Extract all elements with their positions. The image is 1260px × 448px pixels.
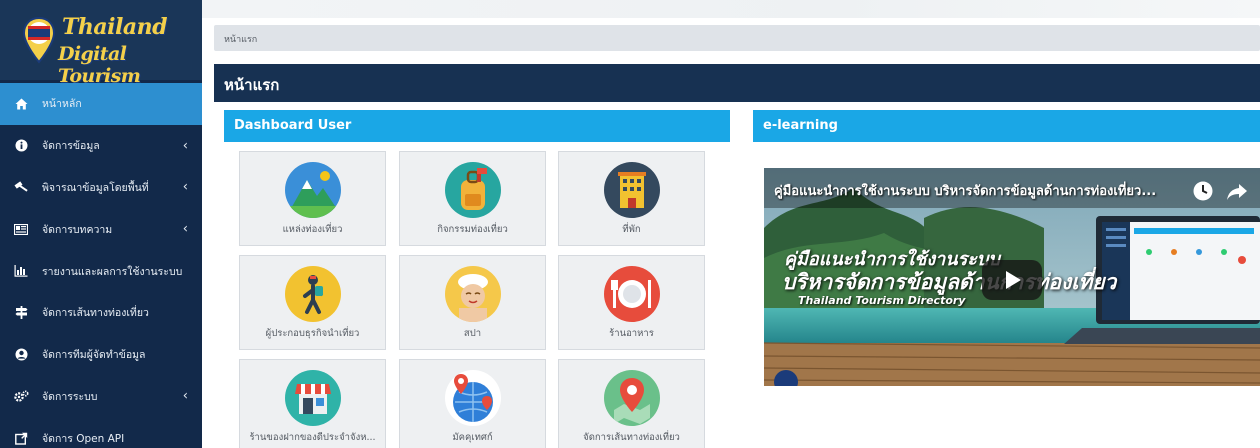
sidebar-menu: หน้าหลัก จัดการข้อมูล ‹ พิจารณาข้อมูลโดย… [0,83,202,448]
chevron-left-icon: ‹ [182,138,188,154]
brand-logo[interactable]: Thailand Digital Tourism [0,0,202,87]
tile-label: มัคคุเทศก์ [452,432,493,443]
play-icon [1006,271,1021,289]
sidebar-item-label: พิจารณาข้อมูลโดยพื้นที่ [42,181,149,194]
brand-title-line1: Thailand [62,14,167,40]
external-link-icon [12,431,30,445]
map-pin-icon [604,370,660,426]
tile-label: ที่พัก [622,224,641,235]
gavel-icon [12,180,30,194]
chevron-left-icon: ‹ [182,388,188,404]
sidebar-item-routes[interactable]: จัดการเส้นทางท่องเที่ยว [0,292,202,334]
cogs-icon [12,389,30,403]
mountain-icon [285,162,341,218]
sidebar-item-data-management[interactable]: จัดการข้อมูล ‹ [0,125,202,167]
tile-souvenir-shops[interactable]: ร้านของฝากของดีประจำจังห... [239,359,386,448]
tile-label: จัดการเส้นทางท่องเที่ยว [583,432,680,443]
user-circle-icon [12,348,30,362]
video-title[interactable]: คู่มือแนะนำการใช้งานระบบ บริหารจัดการข้อ… [774,180,1204,201]
brand-title-line2: Digital Tourism [58,43,141,87]
globe-pin-icon [445,370,501,426]
main-content: หน้าแรก หน้าแรก Dashboard User แหล่งท่อง… [202,0,1260,448]
sidebar-item-label: จัดการทีมผู้จัดทำข้อมูล [42,349,146,362]
hiker-icon [285,266,341,322]
location-pin-icon [22,16,56,64]
home-icon [12,97,30,111]
page-title: หน้าแรก [224,76,280,94]
top-bar [202,0,1260,18]
tile-restaurants[interactable]: ร้านอาหาร [558,255,705,350]
chevron-left-icon: ‹ [182,179,188,195]
sidebar-item-team[interactable]: จัดการทีมผู้จัดทำข้อมูล [0,334,202,376]
sidebar-item-open-api[interactable]: จัดการ Open API [0,417,202,448]
restaurant-icon [604,266,660,322]
hotel-icon [604,162,660,218]
video-overlay-line3: Thailand Tourism Directory [798,294,966,307]
tile-label: ร้านของฝากของดีประจำจังห... [249,432,376,443]
tile-spa[interactable]: สปา [399,255,546,350]
elearning-title: e-learning [763,118,838,133]
breadcrumb-home-link[interactable]: หน้าแรก [224,32,257,46]
watch-later-icon[interactable] [1192,180,1214,202]
info-icon [12,139,30,153]
tile-accommodation[interactable]: ที่พัก [558,151,705,246]
sidebar-item-articles[interactable]: จัดการบทความ ‹ [0,208,202,250]
tile-label: แหล่งท่องเที่ยว [282,224,343,235]
backpack-icon [445,162,501,218]
sidebar-item-label: จัดการเส้นทางท่องเที่ยว [42,307,149,320]
sidebar-item-area-review[interactable]: พิจารณาข้อมูลโดยพื้นที่ ‹ [0,167,202,209]
page-header: หน้าแรก [214,64,1260,102]
tile-label: กิจกรรมท่องเที่ยว [437,224,508,235]
tile-activities[interactable]: กิจกรรมท่องเที่ยว [399,151,546,246]
sidebar-item-label: จัดการบทความ [42,223,113,236]
tile-label: ร้านอาหาร [609,328,654,339]
signpost-icon [12,306,30,320]
sidebar-item-label: รายงานและผลการใช้งานระบบ [42,265,183,278]
app-root: Thailand Digital Tourism หน้าหลัก จัดการ… [0,0,1260,448]
tile-label: สปา [463,328,482,339]
sidebar-item-reports[interactable]: รายงานและผลการใช้งานระบบ [0,250,202,292]
newspaper-icon [12,222,30,236]
video-player[interactable]: คู่มือแนะนำการใช้งานระบบ บริหารจัดการข้อ… [764,168,1260,386]
chevron-left-icon: ‹ [182,221,188,237]
sidebar-item-label: จัดการระบบ [42,390,98,403]
share-icon[interactable] [1226,182,1248,202]
bar-chart-icon [12,264,30,278]
tile-guides[interactable]: มัคคุเทศก์ [399,359,546,448]
breadcrumb: หน้าแรก [214,25,1260,51]
spa-icon [445,266,501,322]
sidebar-item-system[interactable]: จัดการระบบ ‹ [0,376,202,418]
tile-tour-operators[interactable]: ผู้ประกอบธุรกิจนำเที่ยว [239,255,386,350]
tile-manage-routes[interactable]: จัดการเส้นทางท่องเที่ยว [558,359,705,448]
sidebar-item-label: จัดการ Open API [42,432,125,445]
sidebar-item-label: จัดการข้อมูล [42,140,100,153]
dashboard-panel-header: Dashboard User [224,110,730,142]
tile-attractions[interactable]: แหล่งท่องเที่ยว [239,151,386,246]
dashboard-title: Dashboard User [234,118,352,133]
sidebar-item-label: หน้าหลัก [42,98,82,111]
sidebar-item-home[interactable]: หน้าหลัก [0,83,202,125]
elearning-panel-header: e-learning [753,110,1260,142]
tile-label: ผู้ประกอบธุรกิจนำเที่ยว [265,328,360,339]
play-button[interactable] [982,260,1042,300]
sidebar: Thailand Digital Tourism หน้าหลัก จัดการ… [0,0,202,448]
shop-icon [285,370,341,426]
